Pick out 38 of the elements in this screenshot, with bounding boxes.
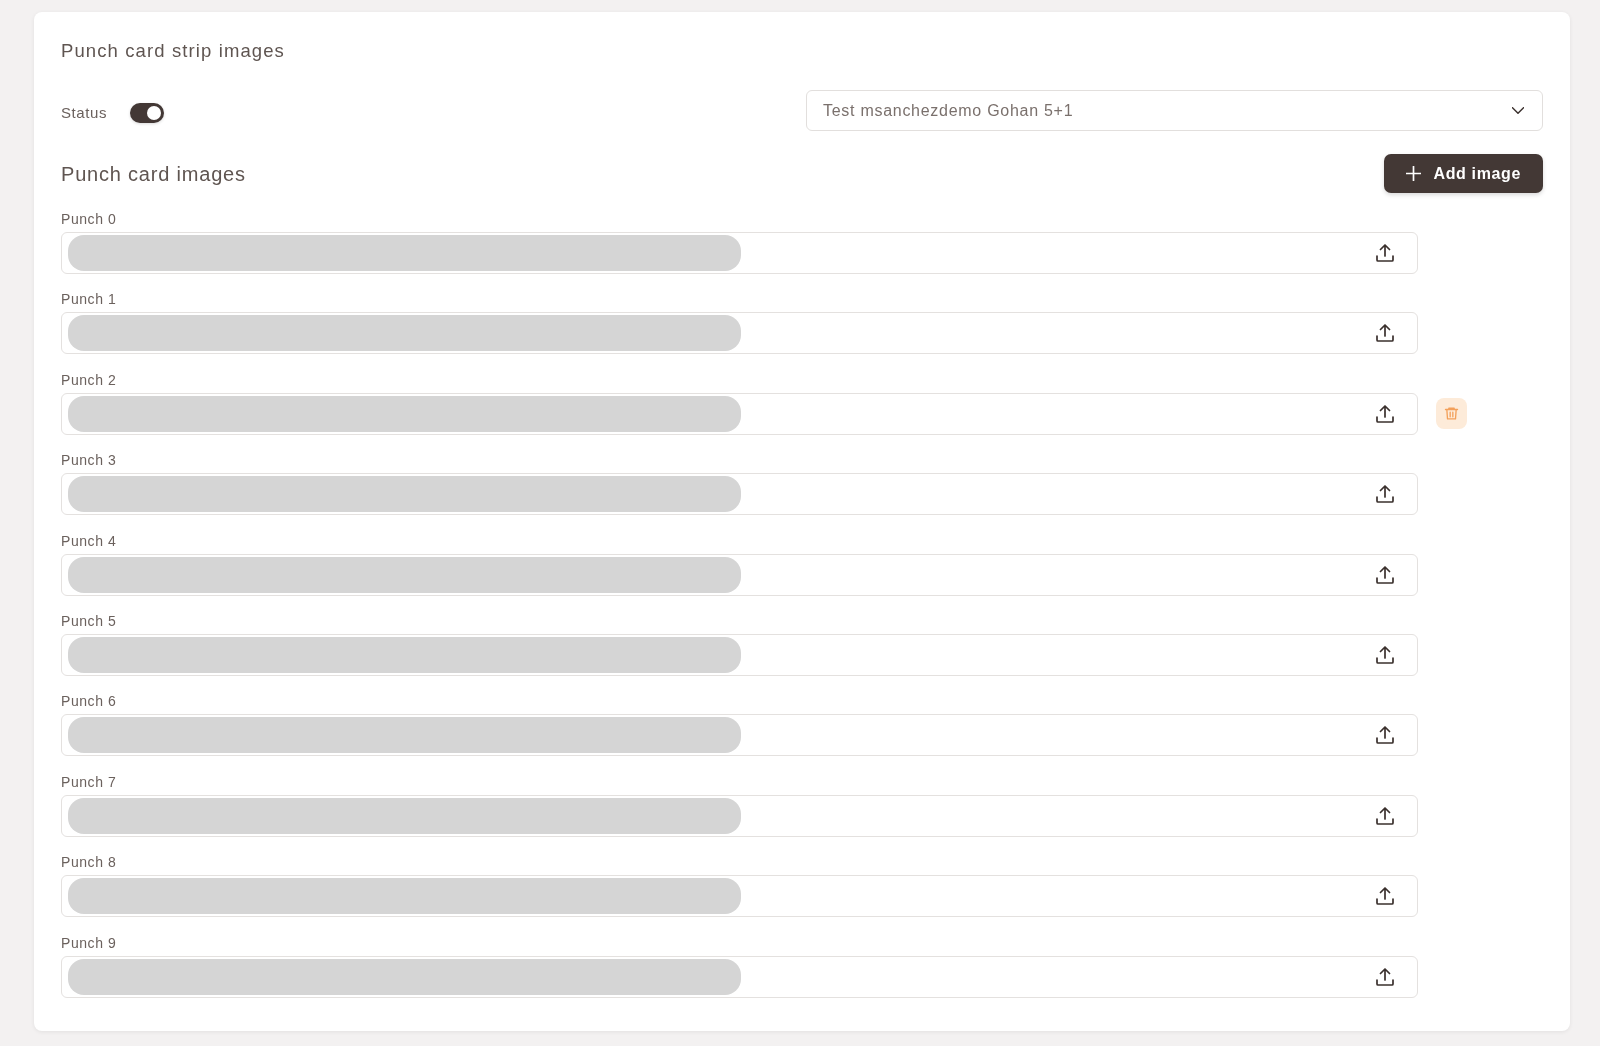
field-label: Punch 6	[61, 692, 117, 711]
upload-icon[interactable]	[1376, 806, 1394, 825]
image-upload-field[interactable]	[61, 714, 1418, 757]
field-label: Punch 4	[61, 531, 117, 550]
field-label: Punch 8	[61, 853, 117, 872]
upload-icon[interactable]	[1376, 645, 1394, 664]
image-upload-field[interactable]	[61, 473, 1418, 516]
image-upload-field[interactable]	[61, 312, 1418, 355]
field-label: Punch 3	[61, 451, 117, 470]
status-label: Status	[61, 102, 108, 123]
upload-icon[interactable]	[1376, 887, 1394, 906]
image-upload-field[interactable]	[61, 794, 1418, 837]
card-select-dropdown[interactable]: Test msanchezdemo Gohan 5+1	[806, 90, 1543, 131]
image-upload-field[interactable]	[61, 633, 1418, 676]
upload-icon[interactable]	[1376, 726, 1394, 745]
field-label: Punch 2	[61, 370, 117, 389]
image-upload-field[interactable]	[61, 553, 1418, 596]
upload-icon[interactable]	[1376, 244, 1394, 262]
section-heading: Punch card images	[61, 161, 246, 187]
upload-icon[interactable]	[1376, 967, 1394, 986]
add-image-button[interactable]: Add image	[1384, 154, 1543, 193]
field-label: Punch 9	[61, 933, 117, 952]
card-title: Punch card strip images	[61, 39, 285, 63]
image-upload-field[interactable]	[61, 392, 1418, 435]
upload-icon[interactable]	[1376, 404, 1394, 423]
image-upload-field[interactable]	[61, 232, 1418, 274]
plus-icon	[1406, 166, 1422, 181]
upload-icon[interactable]	[1376, 565, 1394, 584]
chevron-down-icon	[1512, 107, 1524, 114]
upload-icon[interactable]	[1376, 485, 1394, 504]
image-upload-field[interactable]	[61, 955, 1418, 998]
field-label: Punch 0	[61, 210, 117, 228]
image-upload-field[interactable]	[61, 875, 1418, 918]
field-label: Punch 1	[61, 290, 117, 309]
field-label: Punch 7	[61, 772, 117, 791]
upload-icon[interactable]	[1376, 324, 1394, 343]
field-label: Punch 5	[61, 611, 117, 630]
status-toggle[interactable]	[130, 102, 165, 123]
